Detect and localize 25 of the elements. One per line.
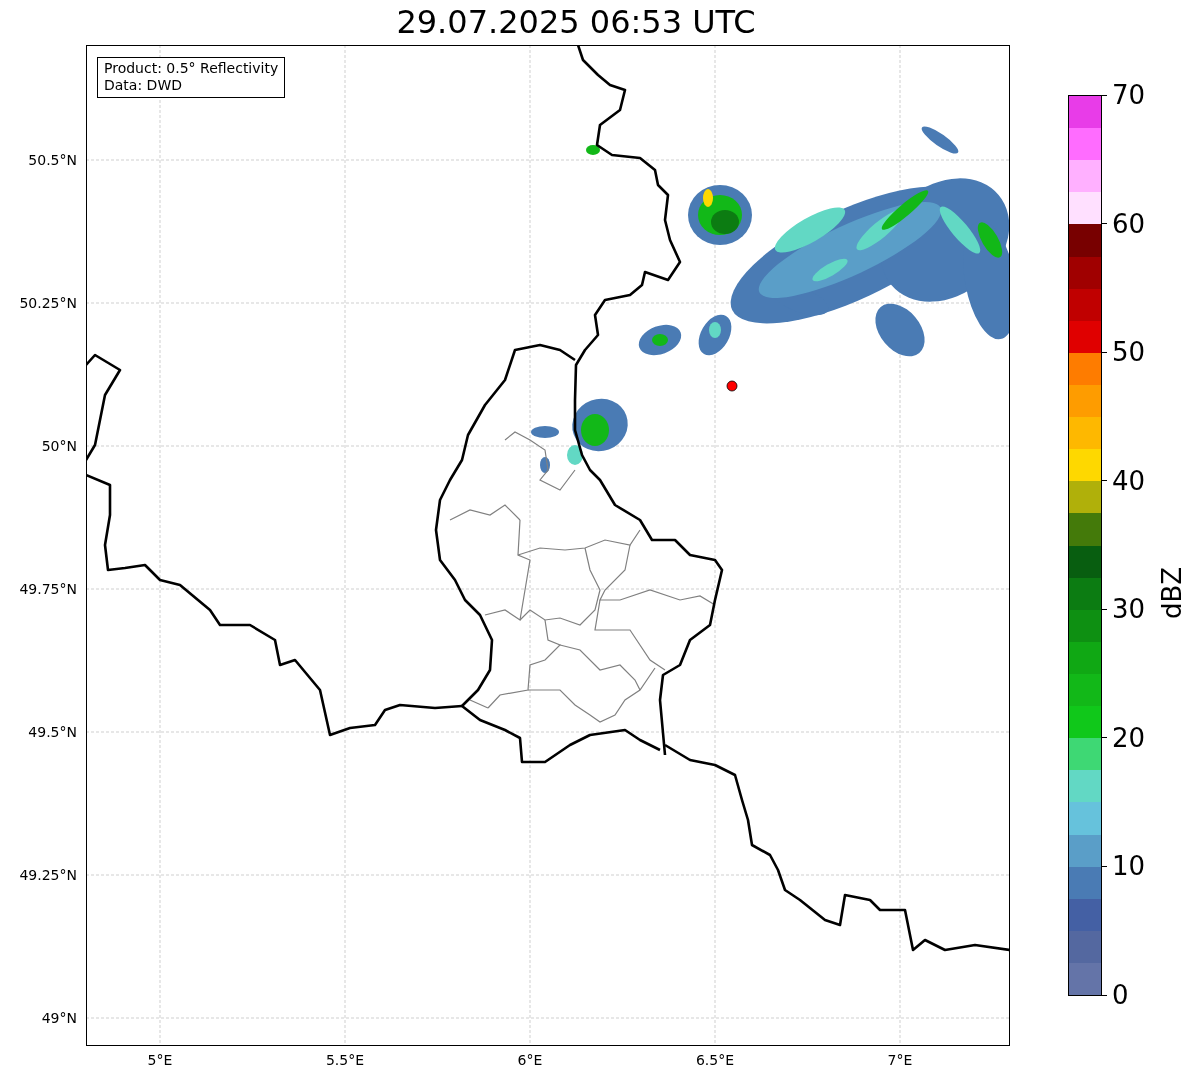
info-text: Data: DWD <box>104 77 183 94</box>
colorbar-tick-label: 50 <box>1112 337 1146 368</box>
longitude-label: 6.5°E <box>695 1052 735 1068</box>
colorbar-tick-label: 20 <box>1112 722 1146 753</box>
longitude-label: 7°E <box>887 1052 913 1068</box>
colorbar-tick-label: 60 <box>1112 208 1146 239</box>
latitude-label: 50°N <box>41 438 77 454</box>
latitude-label: 49°N <box>41 1010 77 1026</box>
colorbar-tick-label: 70 <box>1112 80 1146 110</box>
latitude-label: 49.5°N <box>28 724 77 740</box>
latitude-label: 50.25°N <box>19 295 77 311</box>
chart-title: 29.07.2025 06:53 UTC <box>396 2 756 43</box>
longitude-label: 5°E <box>147 1052 173 1068</box>
latitude-label: 49.75°N <box>19 581 77 597</box>
colorbar-tick-label: 40 <box>1112 465 1146 496</box>
longitude-label: 6°E <box>517 1052 543 1068</box>
colorbar-tick-label: 30 <box>1112 594 1146 625</box>
colorbar-label: dBZ <box>1157 566 1187 620</box>
info-text: Product: 0.5° Reflectivity <box>104 60 279 77</box>
latitude-label: 49.25°N <box>19 867 77 883</box>
radar-site-marker <box>726 380 738 392</box>
longitude-label: 5.5°E <box>325 1052 365 1068</box>
colorbar-tick-label: 10 <box>1112 851 1146 882</box>
latitude-label: 50.5°N <box>28 152 77 168</box>
colorbar-tick-label: 0 <box>1112 980 1129 1010</box>
